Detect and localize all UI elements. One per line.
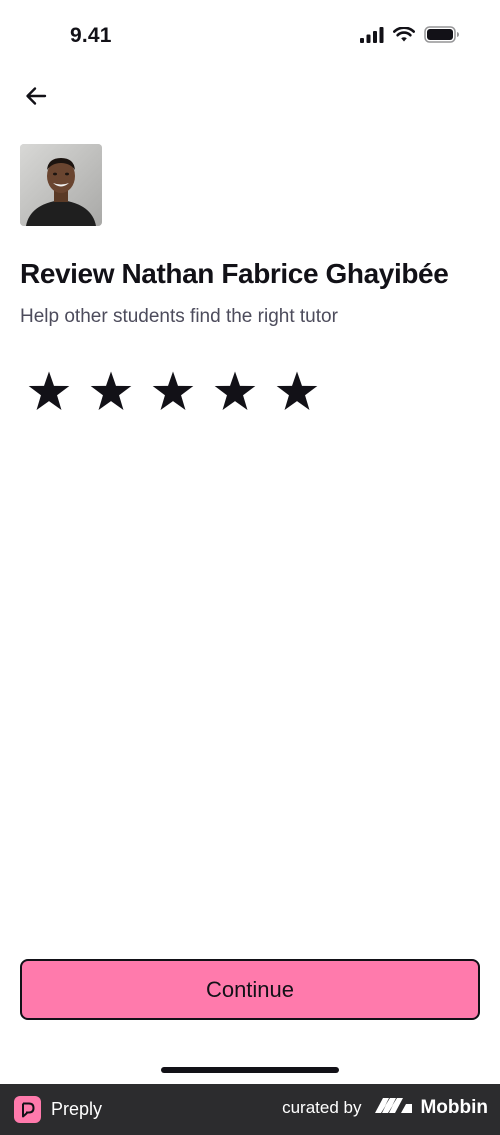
tutor-photo	[20, 144, 102, 226]
footer-brand: Preply	[14, 1096, 102, 1123]
status-bar: 9.41	[0, 0, 500, 72]
brand-name: Preply	[51, 1099, 103, 1119]
preply-logo-icon	[14, 1096, 41, 1123]
continue-button[interactable]: Continue	[20, 959, 480, 1020]
mobbin-brand: Mobbin	[375, 1096, 488, 1119]
page-subtitle: Help other students find the right tutor	[20, 306, 338, 327]
curated-label: curated by	[282, 1097, 362, 1117]
star-icon[interactable]	[88, 368, 134, 414]
cellular-signal-icon	[360, 26, 384, 48]
back-button[interactable]	[18, 80, 54, 116]
battery-icon	[424, 26, 460, 48]
footer-curated: curated by Mobbin	[282, 1096, 488, 1119]
star-icon[interactable]	[212, 368, 258, 414]
home-indicator	[161, 1067, 339, 1073]
wifi-icon	[393, 25, 415, 48]
star-icon[interactable]	[274, 368, 320, 414]
mobbin-logo-icon	[375, 1096, 413, 1119]
star-icon[interactable]	[150, 368, 196, 414]
avatar	[20, 144, 102, 226]
star-rating	[26, 368, 320, 414]
status-time: 9.41	[70, 24, 112, 47]
status-icons	[360, 25, 460, 48]
star-icon[interactable]	[26, 368, 72, 414]
mobbin-name: Mobbin	[420, 1096, 488, 1118]
arrow-left-icon	[23, 83, 49, 114]
footer-bar: Preply curated by Mobbin	[0, 1084, 500, 1135]
page-title: Review Nathan Fabrice Ghayibée	[20, 258, 449, 289]
